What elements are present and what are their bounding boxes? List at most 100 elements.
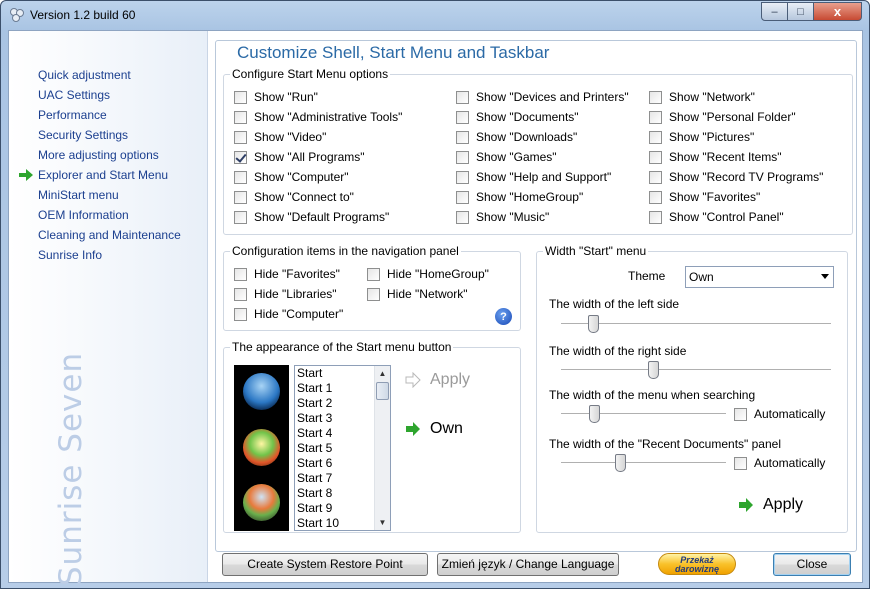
sidebar-item-quick-adjustment[interactable]: Quick adjustment [9,65,208,85]
start-option-checkbox[interactable]: Show "Computer" [234,169,349,185]
minimize-button[interactable]: – [761,2,788,21]
hide-computer-checkbox[interactable]: Hide "Computer" [234,306,343,322]
sidebar-item-oem-information[interactable]: OEM Information [9,205,208,225]
checkbox-box[interactable] [734,407,747,421]
checkbox-box[interactable] [649,190,662,204]
search-auto-checkbox[interactable]: Automatically [734,406,825,422]
sidebar-item-security-settings[interactable]: Security Settings [9,125,208,145]
start-option-checkbox[interactable]: Show "Games" [456,149,557,165]
checkbox-box[interactable] [649,130,662,144]
maximize-button[interactable]: □ [787,2,814,21]
apply-width-button[interactable]: Apply [738,496,803,514]
checkbox-box[interactable] [456,110,469,124]
right-width-label: The width of the right side [549,344,687,358]
sidebar-item-explorer-start-menu[interactable]: Explorer and Start Menu [9,165,208,185]
checkbox-box[interactable] [367,287,380,301]
checkbox-box[interactable] [649,110,662,124]
sidebar-item-cleaning-maintenance[interactable]: Cleaning and Maintenance [9,225,208,245]
sidebar-item-performance[interactable]: Performance [9,105,208,125]
start-option-checkbox[interactable]: Show "Personal Folder" [649,109,796,125]
checkbox-box[interactable] [649,90,662,104]
checkbox-box[interactable] [734,456,747,470]
start-option-checkbox[interactable]: Show "Run" [234,89,318,105]
checkbox-box[interactable] [649,150,662,164]
close-button[interactable]: Close [773,553,851,576]
list-scrollbar[interactable]: ▲ ▼ [374,366,390,530]
checkbox-box[interactable] [234,170,247,184]
checkbox-box[interactable] [234,110,247,124]
start-option-checkbox[interactable]: Show "Downloads" [456,129,577,145]
checkbox-box[interactable] [649,170,662,184]
checkbox-box[interactable] [456,130,469,144]
start-orb-preview [234,365,289,531]
checkbox-box[interactable] [456,170,469,184]
checkbox-box[interactable] [456,150,469,164]
start-option-checkbox[interactable]: Show "Devices and Printers" [456,89,629,105]
checkbox-box[interactable] [234,307,247,321]
start-option-checkbox[interactable]: Show "All Programs" [234,149,365,165]
checkbox-box[interactable] [234,130,247,144]
checkbox-box[interactable] [456,190,469,204]
recent-auto-checkbox[interactable]: Automatically [734,455,825,471]
start-option-checkbox[interactable]: Show "Connect to" [234,189,354,205]
start-option-checkbox[interactable]: Show "Help and Support" [456,169,611,185]
start-option-checkbox[interactable]: Show "Network" [649,89,755,105]
checkbox-box[interactable] [234,90,247,104]
checkbox-label: Show "Recent Items" [669,150,782,164]
hide-homegroup-checkbox[interactable]: Hide "HomeGroup" [367,266,489,282]
maximize-icon: □ [797,5,804,18]
checkbox-box[interactable] [649,210,662,224]
checkbox-box[interactable] [456,210,469,224]
sidebar-item-ministart-menu[interactable]: MiniStart menu [9,185,208,205]
create-restore-point-button[interactable]: Create System Restore Point [222,553,428,576]
sidebar-item-uac-settings[interactable]: UAC Settings [9,85,208,105]
start-option-checkbox[interactable]: Show "Default Programs" [234,209,389,225]
checkbox-box[interactable] [367,267,380,281]
change-language-button[interactable]: Zmień język / Change Language [437,553,619,576]
own-start-button[interactable]: Own [405,420,463,438]
start-option-checkbox[interactable]: Show "Recent Items" [649,149,782,165]
right-width-slider[interactable] [647,361,659,379]
hide-libraries-checkbox[interactable]: Hide "Libraries" [234,286,337,302]
start-orb-image [243,373,280,410]
theme-select[interactable]: Own [685,266,834,288]
title-bar[interactable]: Version 1.2 build 60 – □ x [1,1,869,30]
sidebar-item-more-adjusting-options[interactable]: More adjusting options [9,145,208,165]
donate-button[interactable]: Przekaż darowiznę [658,553,736,575]
apply-start-button[interactable]: Apply [405,371,470,389]
start-button-list[interactable]: Start Start 1 Start 2 Start 3 Start 4 Start 5… [294,365,391,531]
apply-label: Apply [763,496,804,513]
checkbox-box[interactable] [234,190,247,204]
start-option-checkbox[interactable]: Show "HomeGroup" [456,189,583,205]
checkbox-label: Show "Devices and Printers" [476,90,629,104]
checkbox-label: Show "Computer" [254,170,349,184]
checkbox-box[interactable] [456,90,469,104]
button-label: Create System Restore Point [247,557,403,571]
start-option-checkbox[interactable]: Show "Video" [234,129,326,145]
checkbox-box[interactable] [234,287,247,301]
checkbox-label: Show "Help and Support" [476,170,612,184]
start-option-checkbox[interactable]: Show "Pictures" [649,129,754,145]
start-option-checkbox[interactable]: Show "Record TV Programs" [649,169,823,185]
sidebar-item-sunrise-info[interactable]: Sunrise Info [9,245,208,265]
search-width-slider[interactable] [589,405,600,423]
start-option-checkbox[interactable]: Show "Documents" [456,109,579,125]
left-width-slider[interactable] [588,315,600,333]
checkbox-label: Show "Music" [476,210,550,224]
start-option-checkbox[interactable]: Show "Control Panel" [649,209,784,225]
scroll-up-icon[interactable]: ▲ [375,366,390,381]
start-option-checkbox[interactable]: Show "Administrative Tools" [234,109,402,125]
checkbox-box[interactable] [234,210,247,224]
recent-width-slider[interactable] [615,454,627,472]
close-window-button[interactable]: x [813,2,862,21]
checkbox-box[interactable] [234,267,247,281]
start-option-checkbox[interactable]: Show "Favorites" [649,189,760,205]
start-option-checkbox[interactable]: Show "Music" [456,209,549,225]
checkbox-box[interactable] [234,150,247,164]
help-icon[interactable]: ? [495,308,512,325]
hide-favorites-checkbox[interactable]: Hide "Favorites" [234,266,340,282]
scroll-thumb[interactable] [376,382,389,400]
hide-network-checkbox[interactable]: Hide "Network" [367,286,468,302]
scroll-down-icon[interactable]: ▼ [375,515,390,530]
button-label: Zmień język / Change Language [441,557,615,571]
